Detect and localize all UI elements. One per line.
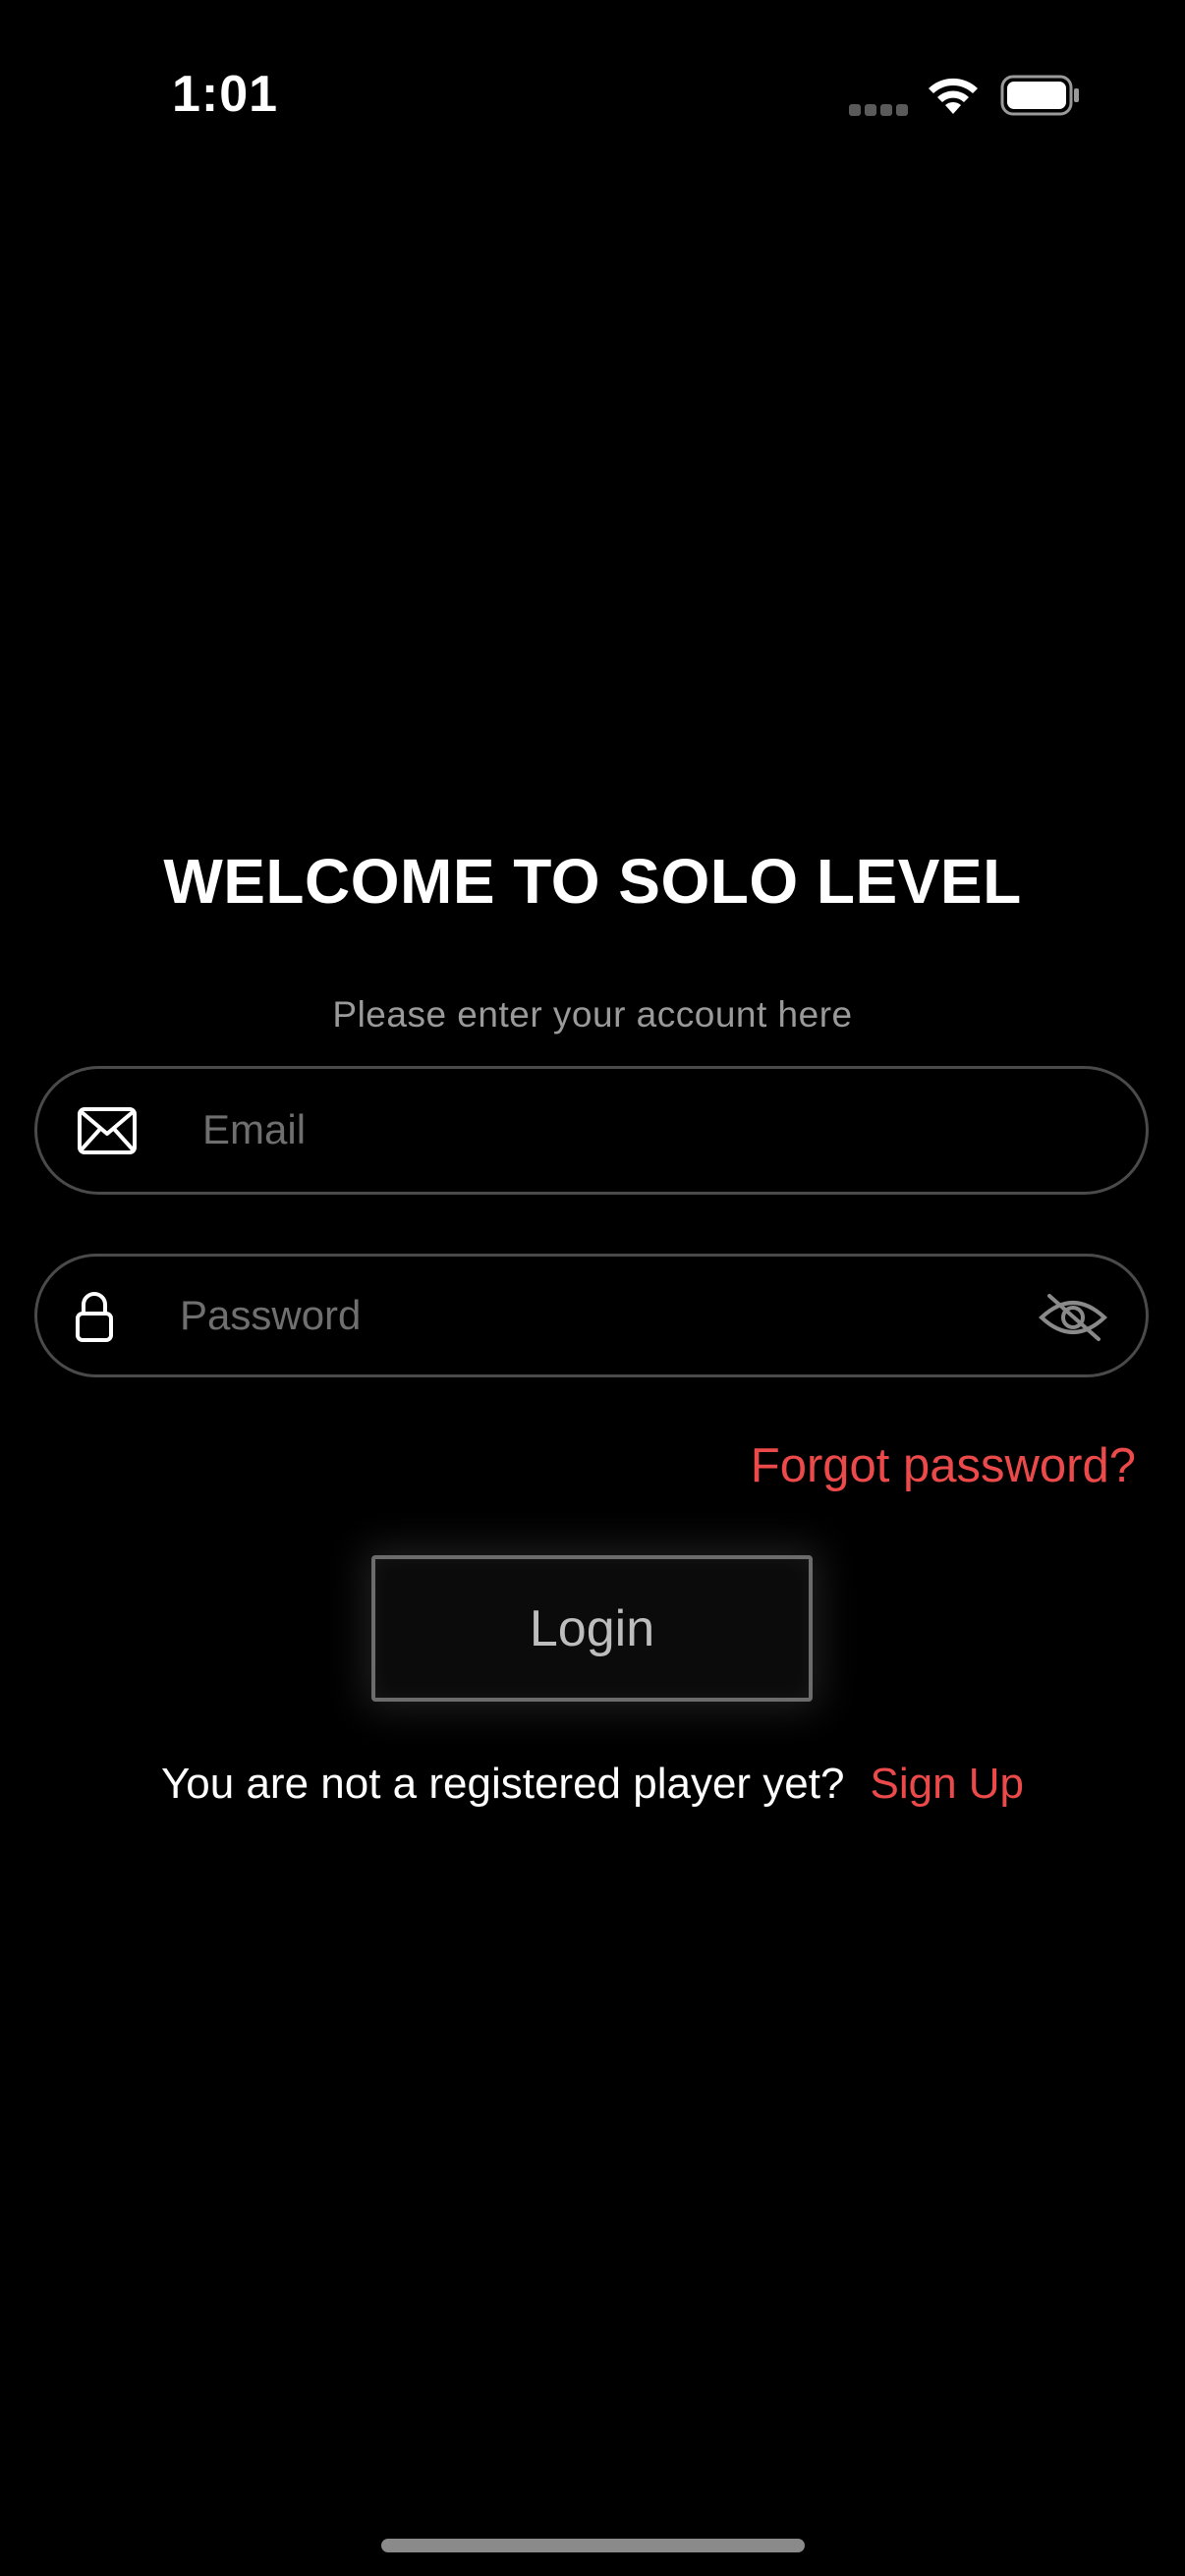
battery-icon [1000,75,1079,116]
email-input[interactable] [202,1098,1087,1161]
forgot-password-link[interactable]: Forgot password? [751,1438,1136,1493]
signup-prompt: You are not a registered player yet? [160,1760,845,1808]
signup-row: You are not a registered player yet? Sign… [0,1760,1185,1809]
password-field[interactable] [34,1254,1149,1377]
page-title: WELCOME TO SOLO LEVEL [163,846,1022,917]
page-subtitle: Please enter your account here [332,994,853,1035]
password-input[interactable] [180,1284,1015,1347]
login-button[interactable]: Login [371,1555,813,1702]
home-indicator[interactable] [381,2539,805,2552]
status-time: 1:01 [172,66,279,123]
cellular-signal-icon [849,104,908,116]
email-field[interactable] [34,1066,1149,1195]
envelope-icon [78,1107,137,1154]
wifi-icon [929,78,978,114]
eye-slash-icon[interactable] [1038,1292,1108,1343]
sign-up-link[interactable]: Sign Up [870,1760,1024,1808]
lock-icon [76,1292,113,1342]
